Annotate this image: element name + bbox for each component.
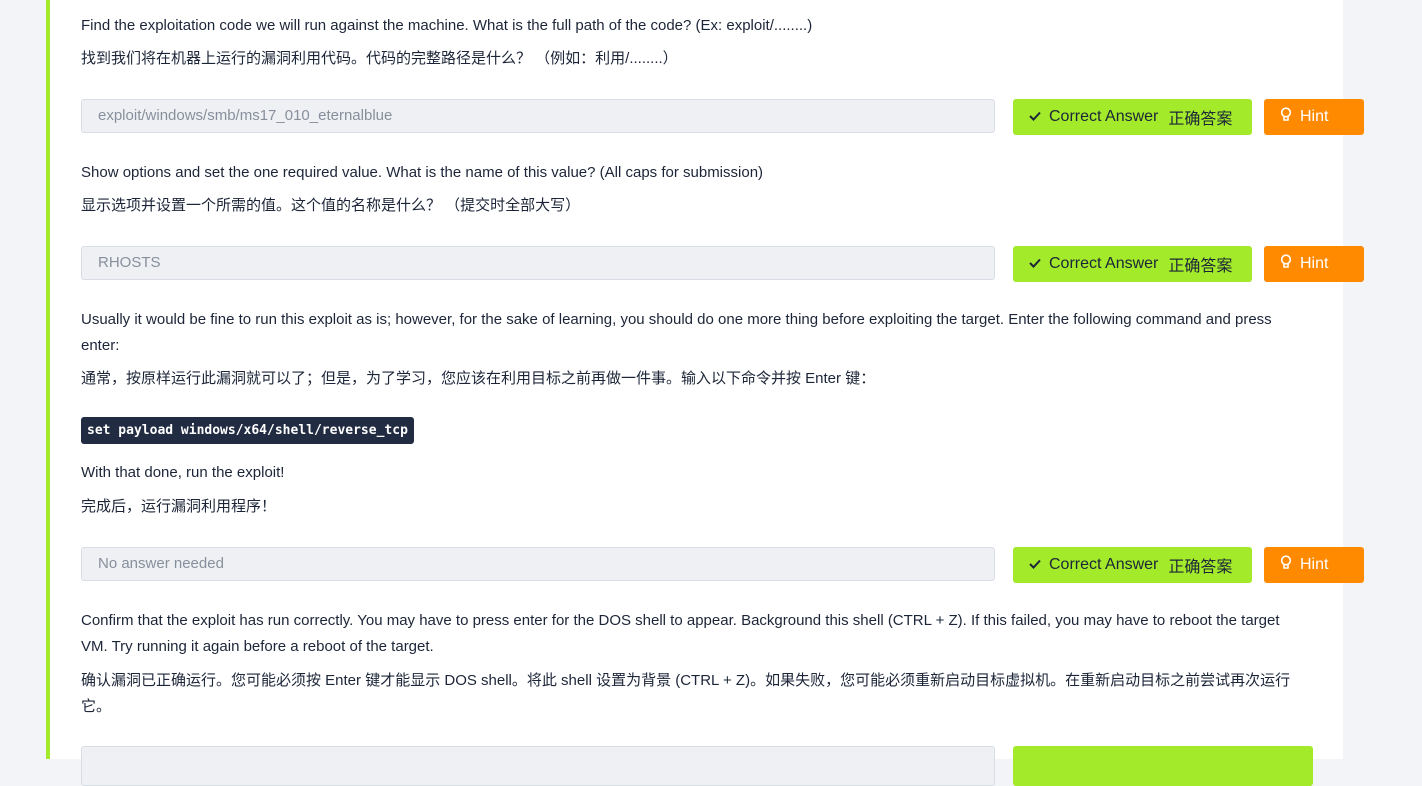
hint-button-1[interactable]: Hint <box>1264 99 1364 135</box>
answer-field-2[interactable]: RHOSTS <box>81 246 995 280</box>
question-2-text-translation: 显示选项并设置一个所需的值。这个值的名称是什么？ （提交时全部大写） <box>81 197 581 214</box>
check-icon <box>1029 255 1043 273</box>
correct-answer-button-4[interactable] <box>1013 746 1313 786</box>
question-4-text-translation: 确认漏洞已正确运行。您可能必须按 Enter 键才能显示 DOS shell。将… <box>81 672 1291 715</box>
correct-answer-label: Correct Answer <box>1049 255 1159 272</box>
lightbulb-icon <box>1280 254 1294 274</box>
check-icon <box>1029 108 1043 126</box>
question-1-text-translation: 找到我们将在机器上运行的漏洞利用代码。代码的完整路径是什么？ （例如：利用/..… <box>81 50 678 67</box>
check-icon <box>1029 556 1043 574</box>
hint-label: Hint <box>1300 556 1329 573</box>
question-3-followup-translation: 完成后，运行漏洞利用程序！ <box>81 498 277 515</box>
correct-answer-button-3[interactable]: Correct Answer 正确答案 <box>1013 547 1252 583</box>
hint-button-2[interactable]: Hint <box>1264 246 1364 282</box>
question-3-text: Usually it would be fine to run this exp… <box>81 311 1272 354</box>
lightbulb-icon <box>1280 107 1294 127</box>
question-1-text: Find the exploitation code we will run a… <box>81 17 813 34</box>
correct-answer-label-translation: 正确答案 <box>1168 258 1233 275</box>
correct-answer-label: Correct Answer <box>1049 556 1159 573</box>
hint-label: Hint <box>1300 108 1329 125</box>
hint-button-3[interactable]: Hint <box>1264 547 1364 583</box>
correct-answer-label: Correct Answer <box>1049 108 1159 125</box>
correct-answer-button-2[interactable]: Correct Answer 正确答案 <box>1013 246 1252 282</box>
hint-label: Hint <box>1300 255 1329 272</box>
task-accent-bar <box>46 0 50 759</box>
answer-field-4[interactable] <box>81 746 995 786</box>
correct-answer-label-translation: 正确答案 <box>1168 111 1233 128</box>
question-3-followup: With that done, run the exploit! <box>81 464 285 481</box>
command-code: set payload windows/x64/shell/reverse_tc… <box>81 417 414 444</box>
question-2-text: Show options and set the one required va… <box>81 164 764 181</box>
lightbulb-icon <box>1280 555 1294 575</box>
question-3-text-translation: 通常，按原样运行此漏洞就可以了；但是，为了学习，您应该在利用目标之前再做一件事。… <box>81 370 876 387</box>
answer-field-1[interactable]: exploit/windows/smb/ms17_010_eternalblue <box>81 99 995 133</box>
question-4-text: Confirm that the exploit has run correct… <box>81 612 1280 655</box>
correct-answer-label-translation: 正确答案 <box>1168 559 1233 576</box>
answer-field-3[interactable]: No answer needed <box>81 547 995 581</box>
correct-answer-button-1[interactable]: Correct Answer 正确答案 <box>1013 99 1252 135</box>
